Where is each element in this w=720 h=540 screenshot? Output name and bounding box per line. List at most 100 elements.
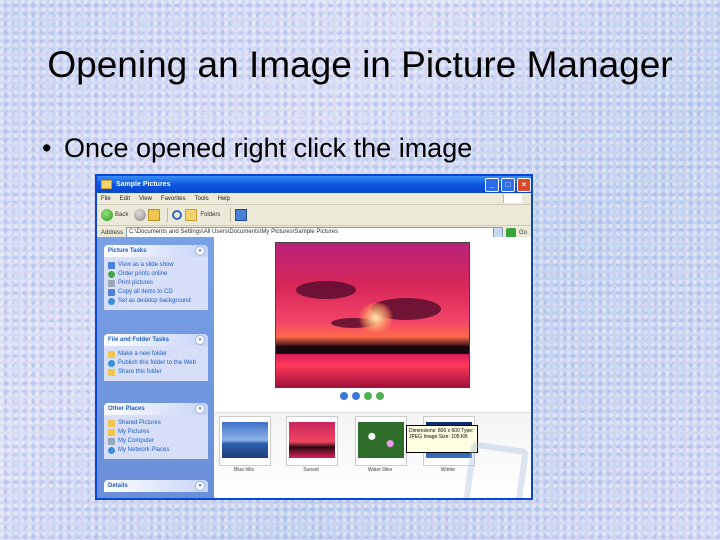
horizon-silhouette (276, 346, 469, 354)
search-icon[interactable] (172, 210, 183, 220)
task-publish-web[interactable]: Publish this folder to the Web (108, 360, 204, 367)
menu-view[interactable]: View (139, 196, 152, 202)
task-share-folder[interactable]: Share this folder (108, 369, 204, 376)
desktop-icon (108, 298, 115, 305)
go-arrow-icon[interactable] (505, 227, 516, 238)
file-folder-tasks-list: Make a new folder Publish this folder to… (104, 346, 208, 381)
filmstrip: Blue hills Sunset Water lilies Winter Di… (214, 412, 531, 498)
picture-tasks-header[interactable]: Picture Tasks « (104, 245, 208, 257)
rotate-icon[interactable] (364, 392, 372, 400)
task-print[interactable]: Print pictures (108, 280, 204, 287)
place-my-computer[interactable]: My Computer (108, 438, 204, 445)
watermark-icon (462, 441, 530, 498)
task-label: Publish this folder to the Web (118, 360, 196, 366)
views-icon[interactable] (235, 209, 248, 221)
file-folder-tasks-header[interactable]: File and Folder Tasks « (104, 334, 208, 346)
folders-button[interactable]: Folders (200, 212, 220, 218)
place-my-pictures[interactable]: My Pictures (108, 429, 204, 436)
thumbnail-label: Blue hills (233, 467, 254, 473)
collapse-icon[interactable]: « (195, 246, 205, 256)
maximize-icon[interactable]: □ (501, 177, 515, 192)
task-label: Set as desktop background (118, 298, 191, 304)
close-icon[interactable]: × (517, 177, 531, 192)
other-places-list: Shared Pictures My Pictures My Computer … (104, 415, 208, 459)
menu-help[interactable]: Help (218, 196, 230, 202)
window-title: Sample Pictures (116, 181, 171, 188)
back-button[interactable]: Back (115, 212, 128, 218)
task-desktop-bg[interactable]: Set as desktop background (108, 298, 204, 305)
content-area: Blue hills Sunset Water lilies Winter Di… (214, 237, 531, 498)
thumbnail[interactable] (355, 416, 407, 466)
view-controls (340, 392, 388, 400)
sun-glow (356, 303, 396, 333)
preview-image[interactable] (275, 242, 470, 388)
explorer-window: Sample Pictures _ □ × File Edit View Fav… (95, 174, 533, 500)
other-places-header[interactable]: Other Places « (104, 403, 208, 415)
place-shared-pictures[interactable]: Shared Pictures (108, 420, 204, 427)
expand-icon[interactable]: » (195, 481, 205, 491)
picture-tasks-list: View as a slide show Order prints online… (104, 257, 208, 310)
go-button[interactable]: Go (519, 230, 527, 236)
menu-bar: File Edit View Favorites Tools Help (97, 193, 531, 205)
task-label: Order prints online (118, 271, 168, 277)
next-image-icon[interactable] (352, 392, 360, 400)
bullet-text: Once opened right click the image (64, 133, 473, 163)
minimize-icon[interactable]: _ (485, 177, 499, 192)
thumbnail-label: Winter (440, 467, 456, 473)
new-folder-icon (108, 351, 115, 358)
details-title: Details (108, 483, 128, 489)
network-icon (108, 447, 115, 454)
details-header[interactable]: Details » (104, 480, 208, 492)
menu-tools[interactable]: Tools (195, 196, 209, 202)
collapse-icon[interactable]: « (195, 335, 205, 345)
picture-tasks-panel: Picture Tasks « View as a slide show Ord… (104, 245, 208, 310)
task-slideshow[interactable]: View as a slide show (108, 262, 204, 269)
details-panel: Details » (104, 480, 208, 492)
task-pane: Picture Tasks « View as a slide show Ord… (97, 237, 214, 498)
title-bar[interactable]: Sample Pictures _ □ × (97, 176, 531, 193)
task-label: View as a slide show (118, 262, 174, 268)
tooltip: Dimensions: 800 x 600 Type: JPEG Image S… (406, 425, 478, 453)
rotate-icon[interactable] (376, 392, 384, 400)
toolbar: Back Folders (97, 205, 531, 226)
folders-icon[interactable] (185, 209, 198, 221)
up-folder-icon[interactable] (148, 209, 161, 221)
previous-image-icon[interactable] (340, 392, 348, 400)
file-folder-tasks-panel: File and Folder Tasks « Make a new folde… (104, 334, 208, 381)
task-new-folder[interactable]: Make a new folder (108, 351, 204, 358)
toolbar-separator (230, 208, 232, 222)
task-copy-cd[interactable]: Copy all items to CD (108, 289, 204, 296)
other-places-title: Other Places (108, 406, 145, 412)
slideshow-icon (108, 262, 115, 269)
task-label: My Computer (118, 438, 155, 444)
thumbnail-label: Water lilies (367, 467, 393, 473)
thumbnail-image (222, 422, 268, 458)
computer-icon (108, 438, 115, 445)
task-order-prints[interactable]: Order prints online (108, 271, 204, 278)
menu-edit[interactable]: Edit (120, 196, 130, 202)
thumbnail-label: Sunset (303, 467, 319, 473)
cd-icon (108, 289, 115, 296)
task-label: My Pictures (118, 429, 150, 435)
menu-favorites[interactable]: Favorites (161, 196, 186, 202)
bullet-dot: • (42, 133, 52, 163)
task-label: Print pictures (118, 280, 154, 286)
slide-title: Opening an Image in Picture Manager (47, 44, 673, 85)
task-label: My Network Places (118, 447, 170, 453)
cloud-shape (296, 281, 356, 299)
printer-icon (108, 280, 115, 287)
globe-icon (108, 360, 115, 367)
task-label: Make a new folder (118, 351, 168, 357)
bullet-text-row: • Once opened right click the image (42, 133, 472, 164)
collapse-icon[interactable]: « (195, 404, 205, 414)
menu-file[interactable]: File (101, 196, 111, 202)
thumbnail[interactable] (219, 416, 271, 466)
place-network[interactable]: My Network Places (108, 447, 204, 454)
task-label: Shared Pictures (118, 420, 161, 426)
forward-arrow-icon[interactable] (134, 209, 147, 221)
thumbnail[interactable] (286, 416, 338, 466)
task-label: Share this folder (118, 369, 162, 375)
order-prints-icon (108, 271, 115, 278)
toolbar-separator (167, 208, 169, 222)
back-arrow-icon[interactable] (101, 209, 113, 221)
